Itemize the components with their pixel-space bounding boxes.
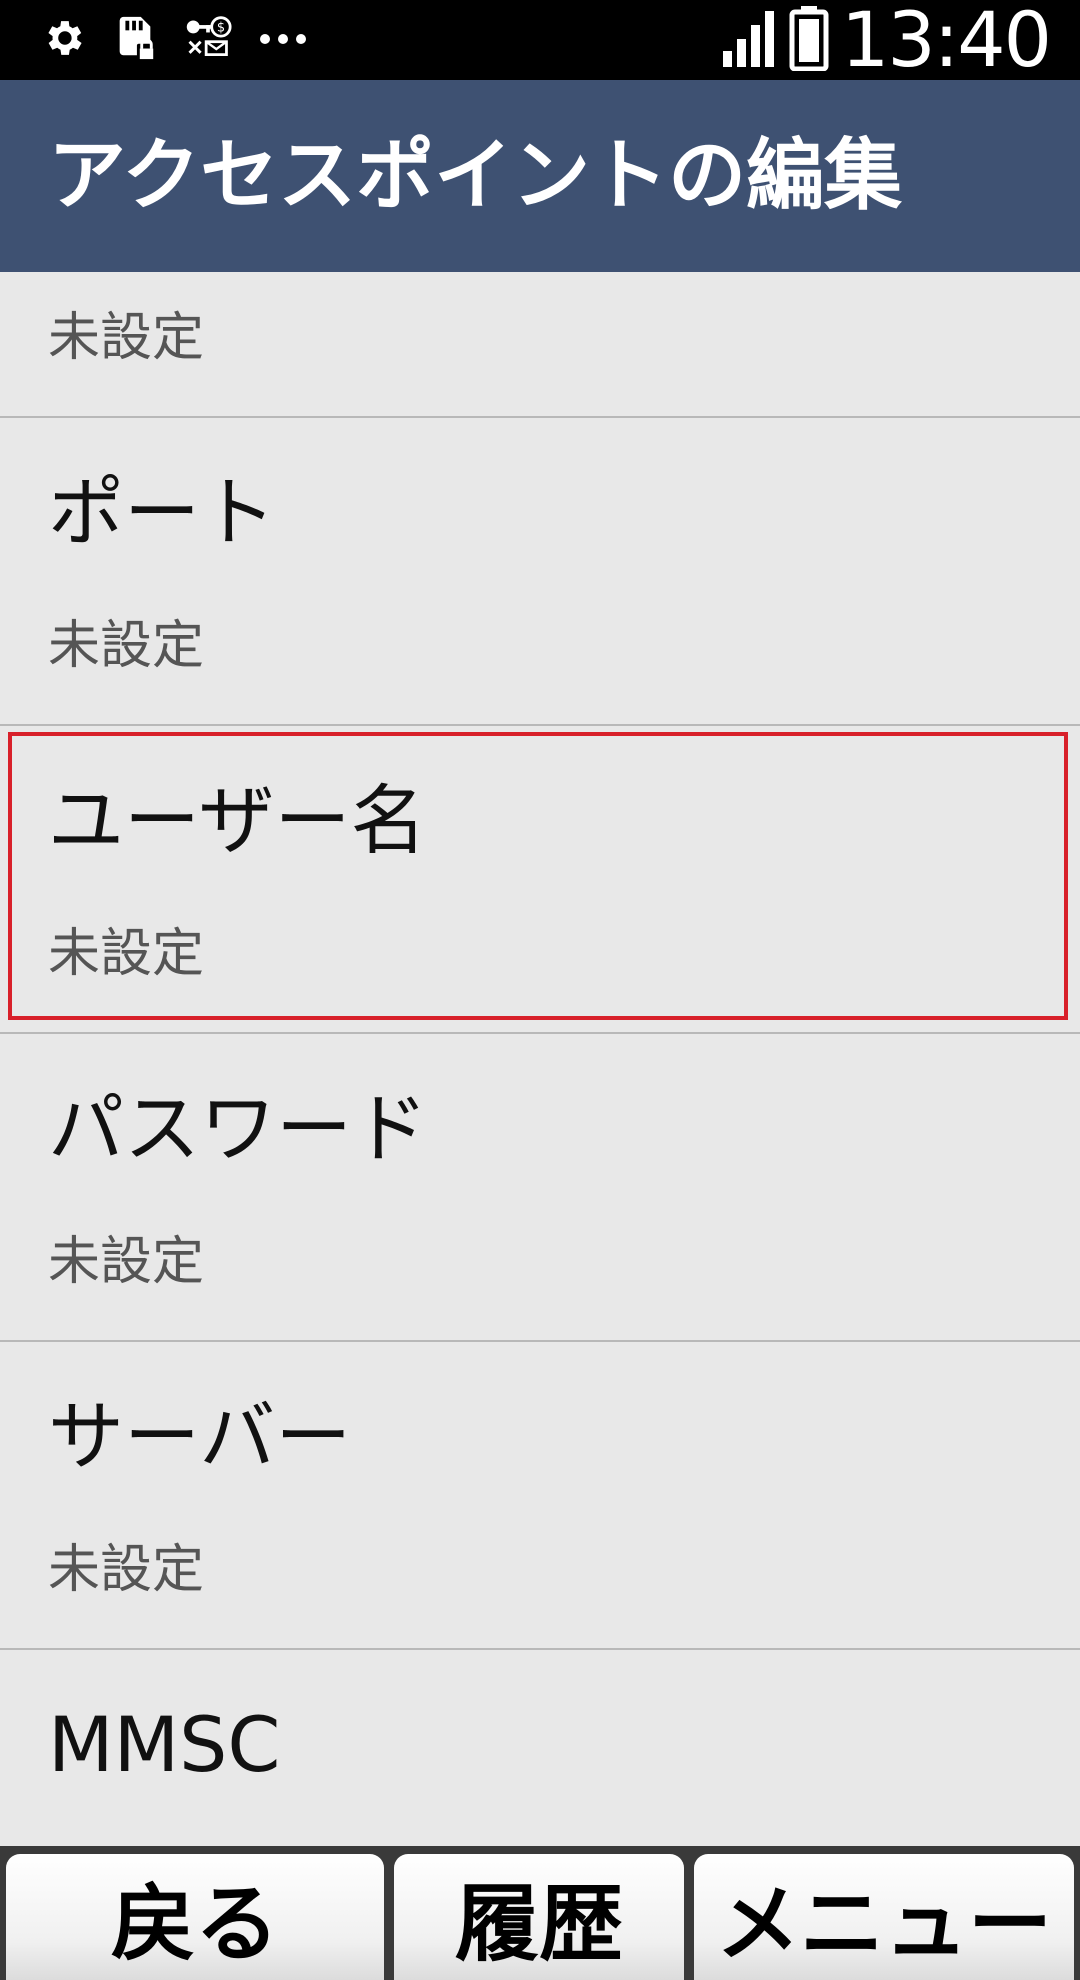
- setting-item-password[interactable]: パスワード 未設定: [0, 1034, 1080, 1342]
- menu-button[interactable]: メニュー: [694, 1854, 1074, 1980]
- setting-label: MMSC: [48, 1700, 281, 1789]
- setting-label: ポート: [48, 468, 276, 557]
- status-notification-icons: $: [40, 14, 308, 66]
- setting-item-previous[interactable]: 未設定: [0, 272, 1080, 418]
- settings-list: 未設定 ポート 未設定 ユーザー名 未設定 パスワード 未設定 サーバー 未設定…: [0, 272, 1080, 1840]
- history-button[interactable]: 履歴: [394, 1854, 684, 1980]
- setting-label: サーバー: [48, 1392, 352, 1481]
- setting-value: 未設定: [48, 616, 205, 676]
- setting-label: パスワード: [48, 1084, 428, 1173]
- setting-value: 未設定: [48, 924, 205, 984]
- key-mail-icon: $: [184, 15, 232, 65]
- softkey-bar: 戻る 履歴 メニュー: [0, 1846, 1080, 1980]
- signal-icon: [721, 7, 777, 73]
- battery-icon: [789, 5, 829, 75]
- gear-icon: [40, 15, 86, 65]
- status-bar: $ 13:40: [0, 0, 1080, 80]
- page-title: アクセスポイントの編集: [48, 131, 903, 221]
- title-bar: アクセスポイントの編集: [0, 80, 1080, 272]
- setting-value: 未設定: [48, 308, 205, 368]
- setting-value: 未設定: [48, 1540, 205, 1600]
- svg-text:$: $: [217, 21, 225, 36]
- setting-item-username[interactable]: ユーザー名 未設定: [0, 726, 1080, 1034]
- status-system-icons: 13:40: [721, 0, 1052, 84]
- setting-item-server[interactable]: サーバー 未設定: [0, 1342, 1080, 1650]
- status-time: 13:40: [840, 0, 1052, 84]
- sd-card-lock-icon: [112, 13, 158, 67]
- setting-value: 未設定: [48, 1232, 205, 1292]
- setting-item-port[interactable]: ポート 未設定: [0, 418, 1080, 726]
- setting-item-mmsc[interactable]: MMSC: [0, 1650, 1080, 1840]
- back-button[interactable]: 戻る: [6, 1854, 384, 1980]
- setting-label: ユーザー名: [48, 776, 427, 865]
- more-icon: [258, 31, 308, 50]
- screen: $ 13:40 アクセスポイントの編集 未設定 ポート 未設定 ユーザー名 未設…: [0, 0, 1080, 1980]
